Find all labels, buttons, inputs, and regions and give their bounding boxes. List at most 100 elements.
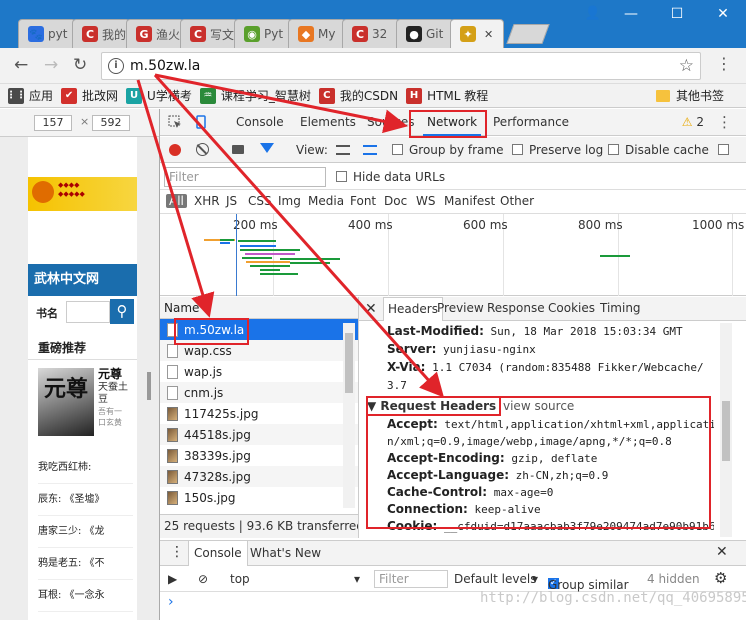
address-url[interactable]: m.50zw.la bbox=[130, 58, 200, 74]
clear-icon[interactable] bbox=[196, 143, 209, 156]
back-icon[interactable]: ← bbox=[14, 55, 28, 75]
request-row[interactable]: wap.js bbox=[160, 361, 358, 382]
bookmark-item[interactable]: ✔ 批改网 bbox=[61, 87, 118, 104]
list-view-icon[interactable] bbox=[336, 145, 350, 155]
recommend-list-item[interactable]: 我吃西红柿: bbox=[38, 452, 133, 484]
reload-icon[interactable]: ↻ bbox=[73, 55, 87, 75]
bookmark-item[interactable]: ⋮⋮ 应用 bbox=[6, 87, 53, 104]
request-row[interactable]: 117425s.jpg bbox=[160, 403, 358, 424]
browser-tab[interactable]: 🐾 pyt bbox=[18, 19, 76, 48]
headers-scrollbar[interactable] bbox=[720, 323, 732, 537]
type-filter-js[interactable]: JS bbox=[226, 194, 237, 208]
browser-tab[interactable]: G 渔火 bbox=[126, 19, 184, 48]
name-column-header[interactable]: Name bbox=[160, 297, 358, 319]
console-sidebar-icon[interactable]: ▶ bbox=[168, 572, 177, 586]
close-detail-icon[interactable]: ✕ bbox=[365, 301, 377, 317]
book-title[interactable]: 元尊 bbox=[98, 368, 128, 380]
request-row[interactable]: 38339s.jpg bbox=[160, 445, 358, 466]
recommend-list-item[interactable]: 辰东: 《圣墟》 bbox=[38, 484, 133, 516]
device-resize-handle[interactable] bbox=[147, 372, 151, 400]
ad-banner[interactable]: ◆◆◆◆ ◆◆◆◆◆ bbox=[28, 177, 137, 211]
site-search-input[interactable] bbox=[66, 301, 110, 323]
close-drawer-icon[interactable]: ✕ bbox=[716, 544, 728, 560]
browser-tab[interactable]: C 写文 bbox=[180, 19, 238, 48]
book-cover[interactable]: 元尊 bbox=[38, 368, 94, 436]
default-levels-dropdown[interactable]: Default levels bbox=[454, 572, 536, 586]
device-height-input[interactable]: 592 bbox=[92, 115, 130, 131]
browser-tab[interactable]: ● Git bbox=[396, 19, 454, 48]
context-selector[interactable]: top bbox=[230, 572, 250, 586]
hide-data-urls-checkbox[interactable] bbox=[336, 171, 347, 182]
devtools-menu-icon[interactable]: ⋮ bbox=[717, 113, 732, 131]
maximize-icon[interactable]: ☐ bbox=[654, 0, 700, 30]
drawer-tab-console[interactable]: Console bbox=[188, 541, 248, 566]
drawer-tab-whats-new[interactable]: What's New bbox=[250, 546, 321, 560]
group-by-frame[interactable]: Group by frame bbox=[392, 143, 503, 157]
levels-dropdown-icon[interactable]: ▾ bbox=[532, 572, 538, 586]
inspect-icon[interactable] bbox=[168, 115, 182, 129]
disable-cache-checkbox[interactable] bbox=[608, 144, 619, 155]
forward-icon[interactable]: → bbox=[44, 55, 58, 75]
request-row[interactable]: 44518s.jpg bbox=[160, 424, 358, 445]
network-overview[interactable]: 200 ms 400 ms 600 ms 800 ms 1000 ms bbox=[160, 214, 746, 296]
type-filter-ws[interactable]: WS bbox=[416, 194, 435, 208]
screenshot-icon[interactable] bbox=[232, 145, 244, 154]
menu-kebab-icon[interactable]: ⋮ bbox=[716, 54, 732, 73]
type-filter-img[interactable]: Img bbox=[278, 194, 301, 208]
type-filter-all[interactable]: All bbox=[166, 194, 187, 208]
type-filter-font[interactable]: Font bbox=[350, 194, 376, 208]
preserve-log-checkbox[interactable] bbox=[512, 144, 523, 155]
preserve-log[interactable]: Preserve log bbox=[512, 143, 603, 157]
detail-tab-cookies[interactable]: Cookies bbox=[548, 301, 595, 315]
type-filter-other[interactable]: Other bbox=[500, 194, 534, 208]
detail-tab-headers[interactable]: Headers bbox=[383, 297, 443, 321]
detail-tab-preview[interactable]: Preview bbox=[437, 301, 484, 315]
console-settings-icon[interactable]: ⚙ bbox=[714, 569, 727, 587]
offline-checkbox[interactable] bbox=[718, 144, 729, 155]
address-bar[interactable]: i m.50zw.la ☆ bbox=[101, 52, 701, 80]
request-list-scroll-thumb[interactable] bbox=[345, 333, 353, 393]
filter-icon[interactable] bbox=[260, 143, 274, 153]
device-width-input[interactable]: 157 bbox=[34, 115, 72, 131]
record-icon[interactable] bbox=[169, 144, 181, 156]
detail-tab-response[interactable]: Response bbox=[487, 301, 545, 315]
drawer-menu-icon[interactable]: ⋮ bbox=[170, 544, 184, 560]
tab-elements[interactable]: Elements bbox=[296, 109, 360, 136]
close-window-icon[interactable]: ✕ bbox=[700, 0, 746, 30]
type-filter-css[interactable]: CSS bbox=[248, 194, 272, 208]
filter-input[interactable]: Filter bbox=[164, 167, 326, 187]
bookmark-star-icon[interactable]: ☆ bbox=[679, 56, 694, 76]
hide-data-urls[interactable]: Hide data URLs bbox=[336, 170, 445, 184]
browser-tab[interactable]: ✦ ✕ bbox=[450, 19, 504, 48]
waterfall-view-icon[interactable] bbox=[363, 145, 377, 155]
recommend-list-item[interactable]: 鸦是老五: 《不 bbox=[38, 548, 133, 580]
browser-tab[interactable]: C 我的 bbox=[72, 19, 130, 48]
info-icon[interactable]: i bbox=[108, 58, 124, 74]
warning-counter[interactable]: ⚠ 2 bbox=[682, 115, 704, 129]
bookmark-item[interactable]: ♒ 课程学习_智慧树 bbox=[199, 87, 311, 104]
type-filter-doc[interactable]: Doc bbox=[384, 194, 407, 208]
detail-tab-timing[interactable]: Timing bbox=[600, 301, 641, 315]
type-filter-media[interactable]: Media bbox=[308, 194, 344, 208]
bookmark-item[interactable]: C 我的CSDN bbox=[318, 87, 398, 104]
new-tab-button[interactable] bbox=[506, 24, 550, 44]
user-icon[interactable]: 👤 bbox=[578, 0, 608, 30]
request-row[interactable]: 150s.jpg bbox=[160, 487, 358, 508]
headers-scroll-thumb[interactable] bbox=[722, 401, 730, 461]
browser-tab[interactable]: C 32 bbox=[342, 19, 400, 48]
browser-tab[interactable]: ◆ My bbox=[288, 19, 346, 48]
browser-tab[interactable]: ◉ Pyt bbox=[234, 19, 292, 48]
close-tab-icon[interactable]: ✕ bbox=[484, 28, 493, 41]
console-prompt-icon[interactable]: › bbox=[168, 594, 174, 610]
recommend-list-item[interactable]: 耳根: 《一念永 bbox=[38, 580, 133, 612]
tab-console[interactable]: Console bbox=[232, 109, 288, 136]
console-filter-input[interactable]: Filter bbox=[374, 570, 448, 588]
request-list-scrollbar[interactable] bbox=[343, 323, 355, 508]
minimize-icon[interactable]: — bbox=[608, 0, 654, 30]
group-by-frame-checkbox[interactable] bbox=[392, 144, 403, 155]
offline-checkbox-wrap[interactable] bbox=[718, 143, 735, 157]
type-filter-xhr[interactable]: XHR bbox=[194, 194, 220, 208]
search-icon[interactable]: ⚲ bbox=[110, 299, 134, 324]
tab-performance[interactable]: Performance bbox=[489, 109, 573, 136]
type-filter-manifest[interactable]: Manifest bbox=[444, 194, 495, 208]
